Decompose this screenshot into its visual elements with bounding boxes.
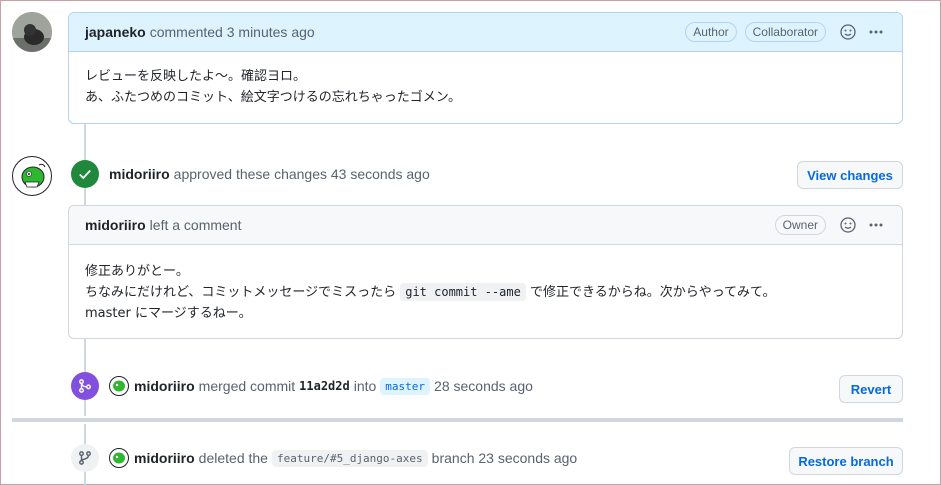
revert-button[interactable]: Revert xyxy=(839,375,903,403)
merge-text: merged commit xyxy=(198,378,296,394)
deleted-author[interactable]: midoriiro xyxy=(134,450,195,466)
restore-branch-button[interactable]: Restore branch xyxy=(789,447,903,475)
git-merge-icon xyxy=(71,372,99,400)
approval-text: approved these changes 43 seconds ago xyxy=(173,166,430,182)
comment-midoriiro: midoriiro left a comment Owner 修正ありがとー。 … xyxy=(68,205,903,339)
comment-author[interactable]: japaneko xyxy=(85,24,146,40)
smiley-icon[interactable] xyxy=(838,22,858,42)
collaborator-label: Collaborator xyxy=(744,22,826,42)
timeline-divider xyxy=(12,418,903,422)
avatar-midoriiro-small[interactable] xyxy=(109,376,129,396)
comment-body: 修正ありがとー。 ちなみにだけれど、コミットメッセージでミスったら git co… xyxy=(69,245,902,338)
comment-line: master にマージするねー。 xyxy=(85,306,252,321)
approval-event: midoriiro approved these changes 43 seco… xyxy=(109,166,430,182)
comment-line: ちなみにだけれど、コミットメッセージでミスったら git commit --am… xyxy=(85,282,886,303)
comment-line: レビューを反映したよ〜。確認ヨロ。 xyxy=(85,69,307,84)
merge-event: midoriiro merged commit 11a2d2d into mas… xyxy=(109,376,533,396)
inline-code: git commit --ame xyxy=(400,283,526,301)
deleted-time: branch 23 seconds ago xyxy=(431,450,578,466)
commit-sha-link[interactable]: 11a2d2d xyxy=(299,379,350,393)
check-icon xyxy=(71,160,99,188)
merge-into-text: into xyxy=(353,378,377,394)
smiley-icon[interactable] xyxy=(838,215,858,235)
comment-author[interactable]: midoriiro xyxy=(85,217,146,233)
comment-meta: left a comment xyxy=(149,217,242,233)
comment-text: ちなみにだけれど、コミットメッセージでミスったら xyxy=(85,285,401,300)
comment-line: あ、ふたつめのコミット、絵文字つけるの忘れちゃったゴメン。 xyxy=(85,90,461,105)
branch-deleted-event: midoriiro deleted the feature/#5_django-… xyxy=(109,448,577,468)
view-changes-button[interactable]: View changes xyxy=(797,161,903,189)
avatar-midoriiro[interactable] xyxy=(12,156,52,196)
comment-body: レビューを反映したよ〜。確認ヨロ。 あ、ふたつめのコミット、絵文字つけるの忘れち… xyxy=(69,52,902,122)
deleted-text: deleted the xyxy=(198,450,268,466)
comment-japaneko: japaneko commented 3 minutes ago Author … xyxy=(68,12,903,124)
comment-text: で修正できるからね。次からやってみて。 xyxy=(525,285,776,300)
comment-timestamp[interactable]: commented 3 minutes ago xyxy=(150,24,315,40)
author-label: Author xyxy=(685,22,737,42)
kebab-menu-icon[interactable] xyxy=(866,215,886,235)
deleted-branch: feature/#5_django-axes xyxy=(271,449,428,467)
target-branch[interactable]: master xyxy=(380,377,431,395)
avatar-midoriiro-small[interactable] xyxy=(109,448,129,468)
merge-time[interactable]: 28 seconds ago xyxy=(434,378,533,394)
comment-header: midoriiro left a comment Owner xyxy=(69,206,902,245)
comment-header: japaneko commented 3 minutes ago Author … xyxy=(69,13,902,52)
avatar-japaneko[interactable] xyxy=(12,12,52,52)
merge-author[interactable]: midoriiro xyxy=(134,378,195,394)
approval-author[interactable]: midoriiro xyxy=(109,166,170,182)
owner-label: Owner xyxy=(774,215,826,235)
git-branch-icon xyxy=(71,444,99,472)
comment-line: 修正ありがとー。 xyxy=(85,264,189,279)
kebab-menu-icon[interactable] xyxy=(866,22,886,42)
